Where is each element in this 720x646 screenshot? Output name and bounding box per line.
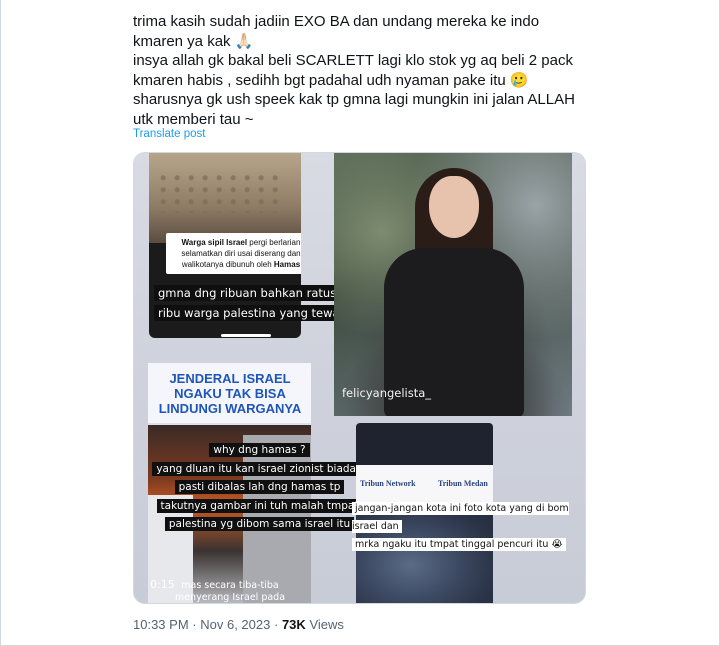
video-subtitle: mas secara tiba-tiba menyerang Israel pa… [174,580,286,603]
person-figure [379,168,529,416]
video-timestamp: 0:15 [150,578,175,591]
tweet-container: trima kasih sudah jadiin EXO BA dan unda… [0,0,720,646]
overlay-comment-2: why dng hamas ? yang dluan itu kan israe… [152,441,367,534]
news-caption: Warga sipil Israel pergi berlarian selam… [166,233,301,274]
headline-text: JENDERAL ISRAEL NGAKU TAK BISA LINDUNGI … [158,371,302,416]
separator: · [192,617,197,632]
post-date[interactable]: Nov 6, 2023 [200,617,270,632]
scene-image [149,153,301,243]
tweet-line: sharusnya gk ush speek kak tp gmna lagi … [133,91,575,128]
translate-post-link[interactable]: Translate post [133,128,205,140]
overlay-comment-3: jangan-jangan kota ini foto kota yang di… [352,502,569,551]
tribun-network-logo: Tribun Network [360,479,416,488]
views-label: Views [309,617,344,632]
tweet-line: trima kasih sudah jadiin EXO BA dan unda… [133,13,540,50]
separator: · [273,617,279,632]
tweet-line: insya allah gk bakal beli SCARLETT lagi … [133,52,573,89]
overlay-comment-1: gmna dng ribuan bahkan ratusan ribu warg… [154,283,363,323]
tweet-meta: 10:33 PM · Nov 6, 2023 · 73K Views [133,617,344,632]
username-watermark: felicyangelista_ [342,386,432,400]
tribun-medan-logo: Tribun Medan [438,479,488,488]
post-time[interactable]: 10:33 PM [133,617,189,632]
headline-banner: JENDERAL ISRAEL NGAKU TAK BISA LINDUNGI … [148,363,311,425]
video-thumbnail-person: felicyangelista_ [334,153,572,416]
tweet-media-image[interactable]: Warga sipil Israel pergi berlarian selam… [133,152,586,604]
views-count: 73K [281,617,306,632]
progress-indicator [221,334,271,337]
tweet-text: trima kasih sudah jadiin EXO BA dan unda… [133,12,593,129]
